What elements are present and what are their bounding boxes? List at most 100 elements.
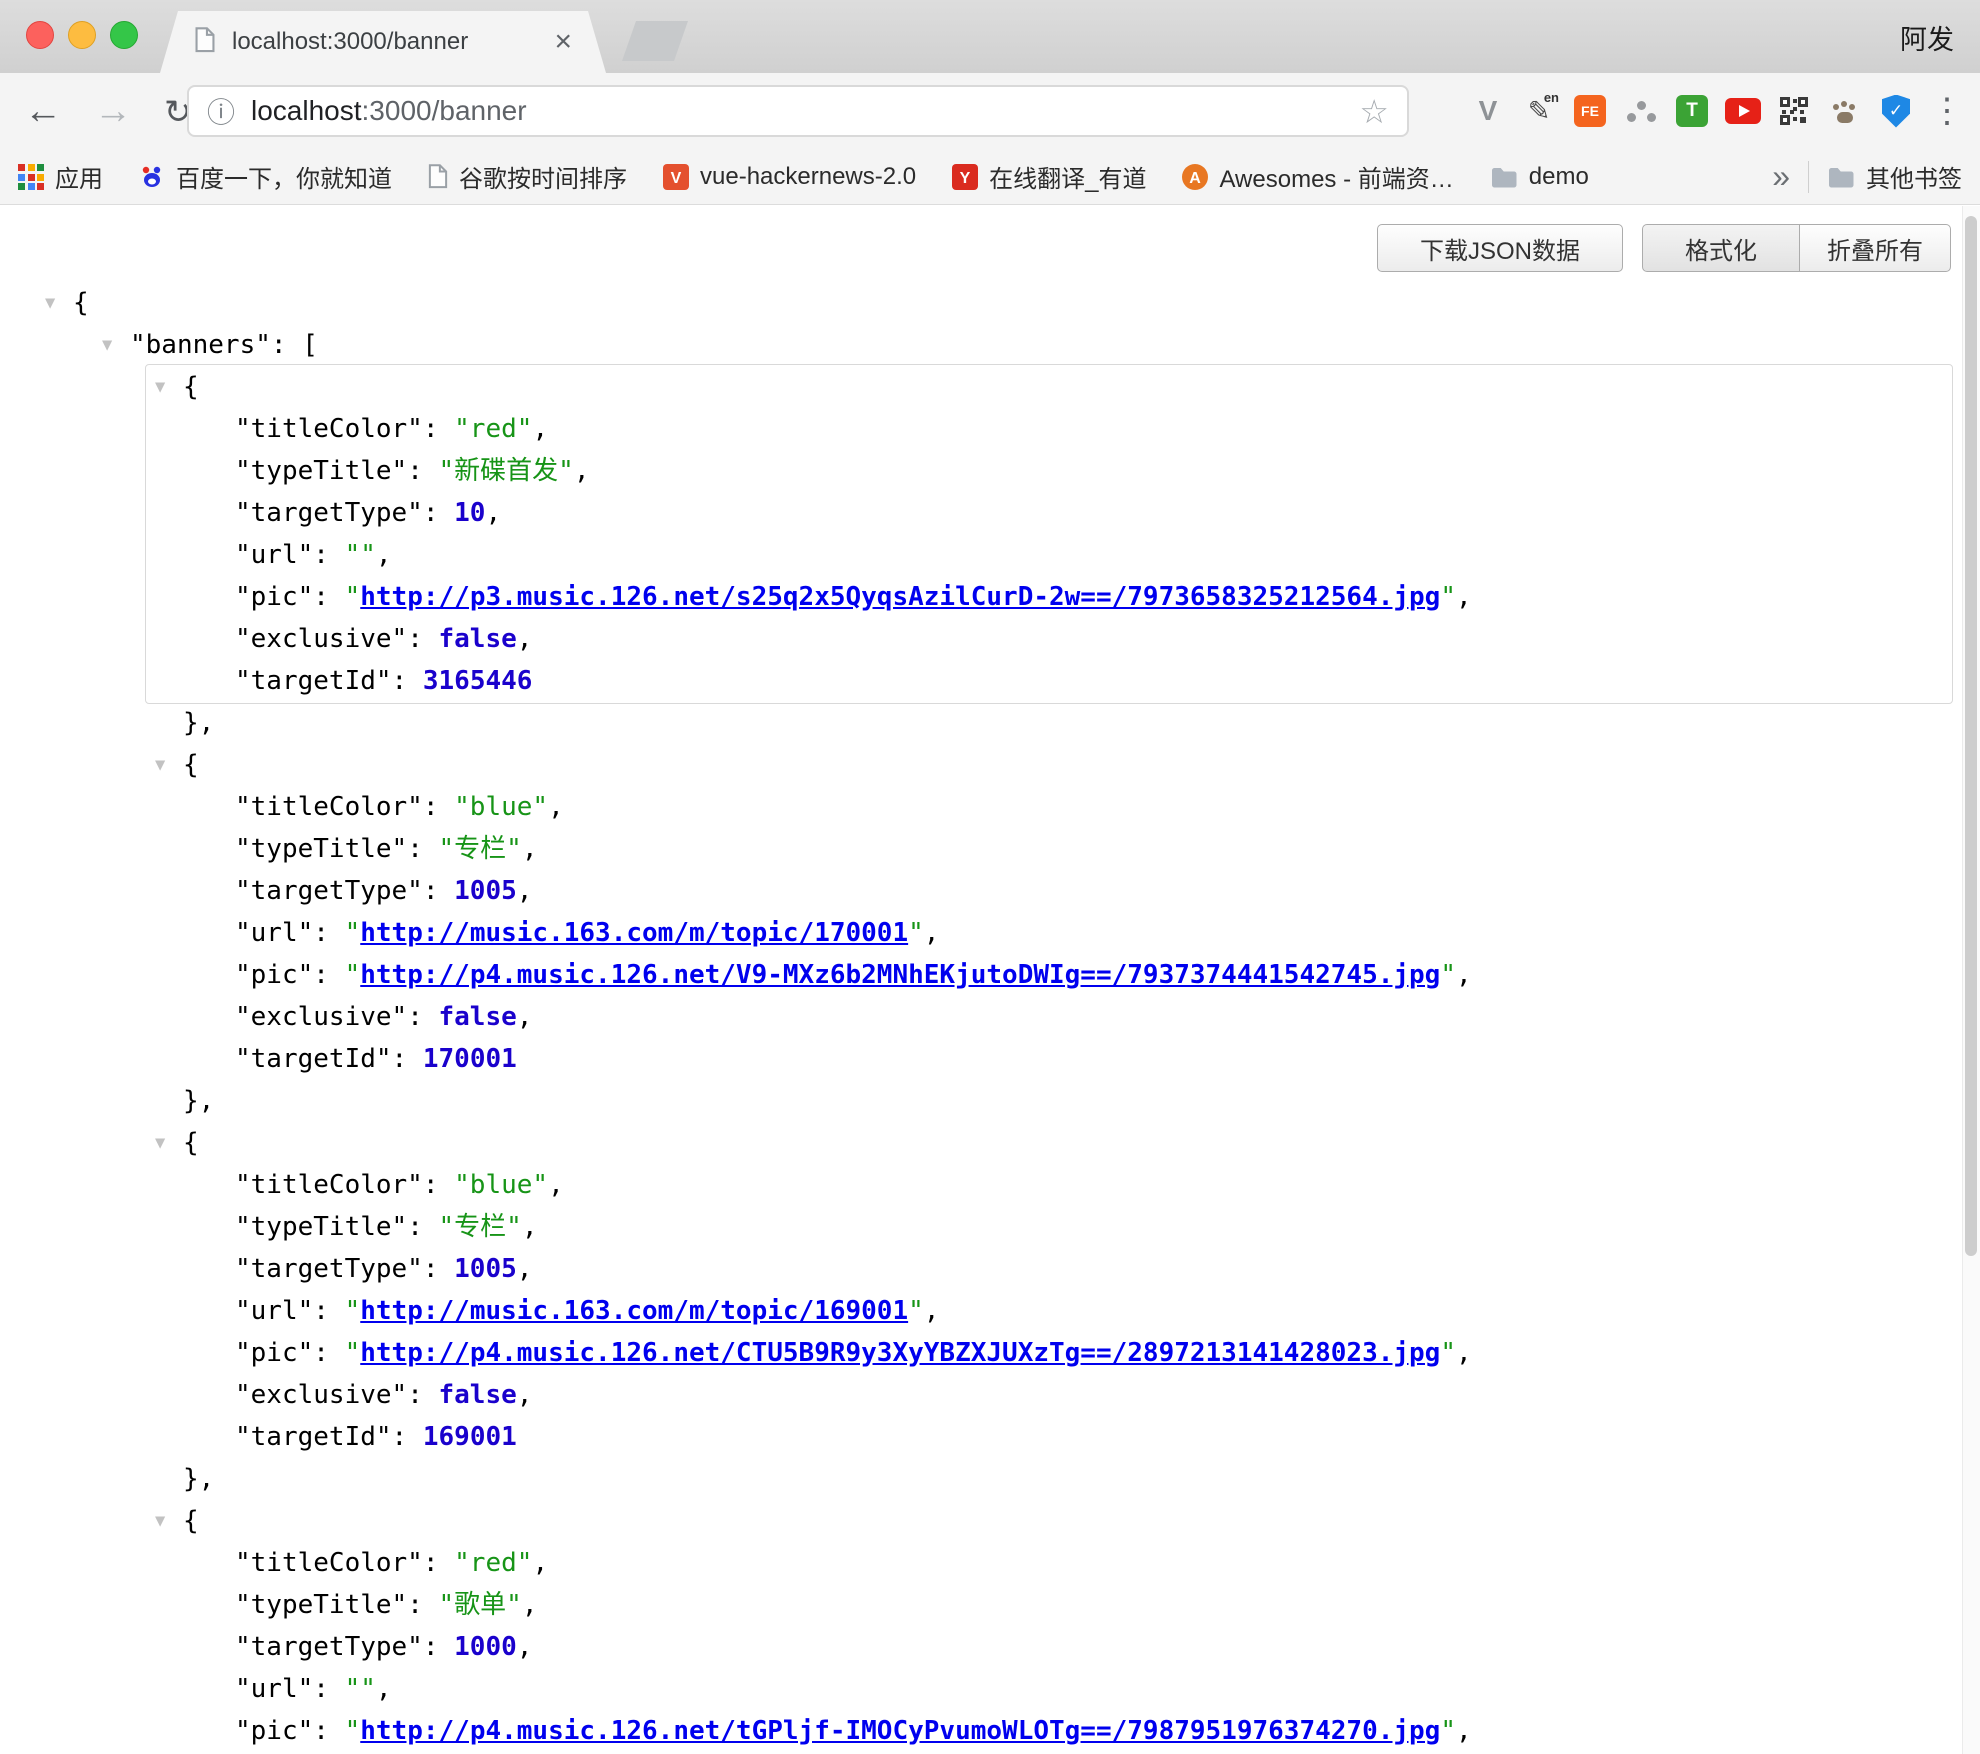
scrollbar-thumb[interactable] [1965,216,1977,1256]
new-tab-button[interactable] [622,21,688,61]
youtube-extension-icon[interactable] [1722,87,1764,135]
json-row: ▼{ [0,1500,1960,1542]
address-bar[interactable]: ⓘ localhost:3000/banner ☆ [187,85,1409,137]
main-toolbar: ← → ↻ ⓘ localhost:3000/banner ☆ V ✎en FE… [0,73,1980,149]
json-row: "typeTitle": "专栏", [0,1206,1960,1248]
json-collapse-triangle-icon[interactable]: ▼ [155,366,165,408]
json-link[interactable]: http://music.163.com/m/topic/169001 [360,1296,908,1326]
json-punctuation: : [407,456,438,486]
json-key: "banners" [130,330,271,360]
json-row: "typeTitle": "歌单", [0,1584,1960,1626]
json-link[interactable]: http://p3.music.126.net/s25q2x5QyqsAzilC… [360,582,1440,612]
bookmark-item-youdao[interactable]: Y 在线翻译_有道 [952,159,1146,194]
other-bookmarks-button[interactable]: 其他书签 [1827,159,1962,194]
json-row: "targetId": 169001 [0,1416,1960,1458]
info-icon[interactable]: ⓘ [207,91,235,131]
bookmark-item-google-sort[interactable]: 谷歌按时间排序 [428,159,627,194]
url-path: :3000/banner [362,95,527,126]
dots-icon [1637,101,1646,110]
fe-extension-icon[interactable]: FE [1569,87,1611,135]
json-key: "targetId" [235,1422,392,1452]
bookmark-star-icon[interactable]: ☆ [1359,92,1389,131]
json-row: "titleColor": "red", [0,1542,1960,1584]
json-collapse-triangle-icon[interactable]: ▼ [102,324,112,366]
org-chart-extension-icon[interactable] [1620,87,1662,135]
paw-extension-icon[interactable] [1824,87,1866,135]
window-close-button[interactable] [26,21,54,49]
bookmarks-overflow-button[interactable]: » [1772,158,1790,195]
json-link[interactable]: http://p4.music.126.net/tGPljf-IMOCyPvum… [360,1716,1440,1746]
qr-code-extension-icon[interactable] [1773,87,1815,135]
scrollbar-track[interactable] [1962,206,1980,1754]
json-row: "typeTitle": "专栏", [0,828,1960,870]
json-key: "exclusive" [235,1002,407,1032]
json-collapse-triangle-icon[interactable]: ▼ [155,1122,165,1164]
json-number-value: 170001 [423,1044,517,1074]
json-punctuation: }, [183,1086,214,1116]
vimium-extension-icon[interactable]: V [1467,87,1509,135]
back-button[interactable]: ← [24,92,62,130]
json-key: "pic" [235,960,313,990]
format-button[interactable]: 格式化 [1642,224,1800,272]
json-row: ▼"banners": [ [0,324,1960,366]
json-punctuation: : [313,540,344,570]
bookmark-label: 谷歌按时间排序 [459,159,627,194]
forward-button[interactable]: → [94,92,132,130]
json-number-value: 169001 [423,1422,517,1452]
browser-tab[interactable]: localhost:3000/banner × [160,11,606,73]
tab-close-icon[interactable]: × [554,27,572,57]
json-punctuation: { [183,1128,199,1158]
green-t-shield-extension-icon[interactable]: T [1671,87,1713,135]
tab-title: localhost:3000/banner [232,28,538,56]
profile-name[interactable]: 阿发 [1900,18,1954,57]
json-punctuation: : [313,582,344,612]
json-key: "url" [235,540,313,570]
json-string-value: "歌单" [439,1590,522,1620]
folder-icon [1490,166,1518,188]
json-collapse-triangle-icon[interactable]: ▼ [155,744,165,786]
json-punctuation: : [407,1212,438,1242]
json-object-block: ▼{"titleColor": "blue","typeTitle": "专栏"… [0,744,1960,1122]
url-host: localhost [251,95,362,126]
json-string-value: "blue" [454,1170,548,1200]
bookmark-item-demo-folder[interactable]: demo [1490,163,1589,191]
collapse-all-button[interactable]: 折叠所有 [1799,224,1951,272]
json-collapse-triangle-icon[interactable]: ▼ [155,1500,165,1542]
json-collapse-triangle-icon[interactable]: ▼ [45,282,55,324]
bookmark-item-baidu[interactable]: 百度一下，你就知道 [139,159,392,194]
json-tree: ▼{▼"banners": [▼{"titleColor": "red","ty… [0,282,1960,1754]
page-icon [428,164,448,189]
json-punctuation: : [423,1632,454,1662]
json-key: "typeTitle" [235,456,407,486]
bookmark-item-awesomes[interactable]: A Awesomes - 前端资… [1182,159,1453,194]
shield-check-extension-icon[interactable]: ✓ [1875,87,1917,135]
json-row: "url": "", [0,534,1960,576]
json-link[interactable]: http://p4.music.126.net/CTU5B9R9y3XyYBZX… [360,1338,1440,1368]
json-key: "pic" [235,1338,313,1368]
json-row: "exclusive": false, [0,996,1960,1038]
json-punctuation: : [313,960,344,990]
download-json-button[interactable]: 下载JSON数据 [1377,224,1623,272]
paw-icon [1837,112,1853,123]
other-bookmarks-label: 其他书签 [1866,159,1962,194]
bookmark-item-apps[interactable]: 应用 [18,159,103,194]
json-key: "titleColor" [235,1170,423,1200]
translate-extension-icon[interactable]: ✎en [1518,87,1560,135]
json-row: "titleColor": "blue", [0,786,1960,828]
json-key: "url" [235,1674,313,1704]
json-row: "url": "", [0,1668,1960,1710]
json-row: ▼{ [0,744,1960,786]
browser-menu-button[interactable]: ⋮ [1926,87,1968,135]
json-string-value: "专栏" [439,834,522,864]
window-minimize-button[interactable] [68,21,96,49]
qr-icon [1780,97,1808,125]
json-quote: " [908,1296,924,1326]
json-key: "titleColor" [235,414,423,444]
json-key: "pic" [235,582,313,612]
bookmark-item-vue-hackernews[interactable]: V vue-hackernews-2.0 [663,163,916,191]
json-link[interactable]: http://p4.music.126.net/V9-MXz6b2MNhEKju… [360,960,1440,990]
json-boolean-value: false [439,624,517,654]
window-zoom-button[interactable] [110,21,138,49]
json-link[interactable]: http://music.163.com/m/topic/170001 [360,918,908,948]
json-row: }, [0,1458,1960,1500]
